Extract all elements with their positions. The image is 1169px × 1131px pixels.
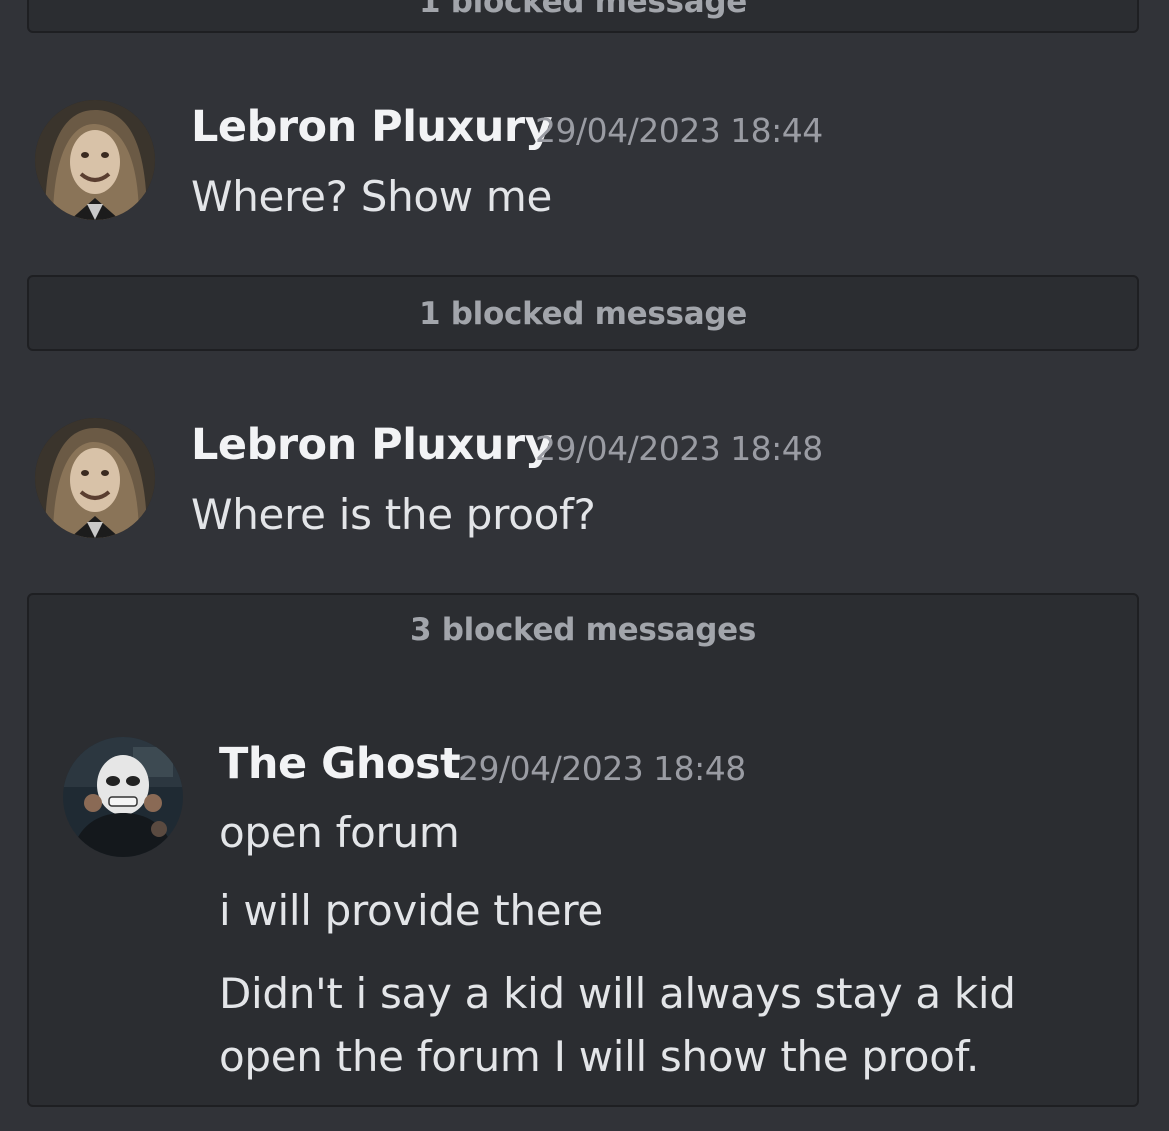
message-timestamp: 29/04/2023 18:48: [535, 429, 823, 468]
avatar[interactable]: [35, 100, 155, 220]
blocked-message-bar[interactable]: 1 blocked message: [27, 275, 1139, 351]
avatar-photo-icon: [35, 418, 155, 538]
avatar[interactable]: [35, 418, 155, 538]
blocked-messages-toggle[interactable]: 3 blocked messages: [29, 612, 1137, 648]
message-content: Didn't i say a kid will always stay a ki…: [219, 969, 1016, 1081]
blocked-message-label: 1 blocked message: [419, 0, 747, 20]
blocked-message-label: 1 blocked message: [419, 296, 747, 332]
message-timestamp: 29/04/2023 18:44: [535, 111, 823, 150]
message-group-2: Lebron Pluxury 29/04/2023 18:48 Where is…: [0, 408, 1169, 558]
blocked-message-bar-top[interactable]: 1 blocked message: [27, 0, 1139, 33]
message-author[interactable]: Lebron Pluxury: [191, 420, 553, 470]
avatar-photo-icon: [35, 100, 155, 220]
message-content: i will provide there: [219, 886, 603, 935]
masked-avatar-photo-icon: [63, 737, 183, 857]
message-group-1: Lebron Pluxury 29/04/2023 18:44 Where? S…: [0, 90, 1169, 240]
message-content: Where? Show me: [191, 172, 553, 221]
message-content: open forum: [219, 808, 460, 857]
message-author[interactable]: Lebron Pluxury: [191, 102, 553, 152]
avatar[interactable]: [63, 737, 183, 857]
blocked-messages-group: 3 blocked messages The Ghost 29/04/2023 …: [27, 593, 1139, 1107]
message-content: Where is the proof?: [191, 490, 596, 539]
message-timestamp: 29/04/2023 18:48: [458, 749, 746, 788]
message-author[interactable]: The Ghost: [219, 739, 461, 789]
